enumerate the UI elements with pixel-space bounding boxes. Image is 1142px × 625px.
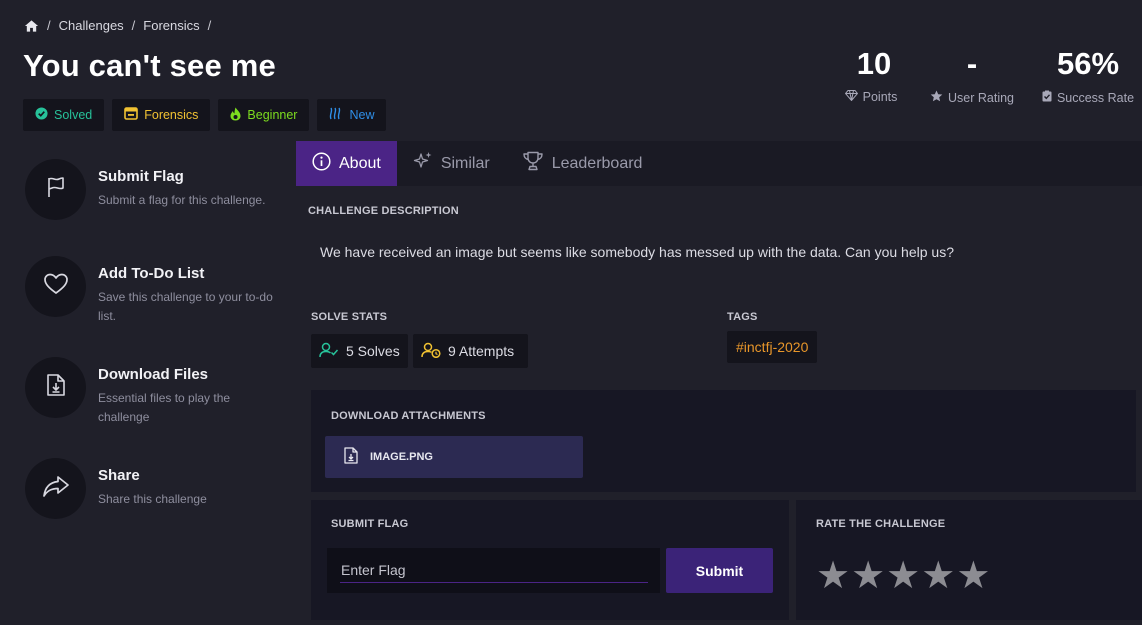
badge-category: Forensics [112,99,211,131]
flag-input-wrapper [327,548,660,593]
attachments-heading: DOWNLOAD ATTACHMENTS [331,410,486,422]
download-files-action[interactable]: Download Files Essential files to play t… [25,357,285,427]
file-download-icon [344,447,358,467]
rating-label: User Rating [948,90,1014,105]
success-rate-value: 56% [1056,46,1120,81]
tab-label: About [339,154,381,172]
waves-icon [329,107,343,123]
star-rating: ★ ★ ★ ★ ★ [816,555,990,595]
share-icon [42,474,70,503]
check-circle-icon [35,107,48,123]
breadcrumb-separator: / [207,18,212,33]
description-heading: CHALLENGE DESCRIPTION [308,205,459,217]
tab-label: Leaderboard [551,154,643,172]
flag-input[interactable] [340,558,648,583]
rate-heading: RATE THE CHALLENGE [816,518,946,530]
flag-icon [44,175,68,204]
submit-flag-action[interactable]: Submit Flag Submit a flag for this chall… [25,159,285,220]
badge-label: New [349,108,375,122]
heart-icon [43,272,69,301]
add-todo-desc: Save this challenge to your to-do list. [98,290,273,323]
home-icon[interactable] [24,19,39,33]
badge-difficulty: Beginner [218,99,310,131]
share-title: Share [98,467,140,484]
rating-star-5[interactable]: ★ [956,555,990,595]
clipboard-check-icon [1042,90,1052,105]
attachment-filename: IMAGE.PNG [370,451,433,463]
breadcrumb: / Challenges / Forensics / [24,18,219,33]
solves-count: 5 Solves [311,334,408,368]
breadcrumb-forensics[interactable]: Forensics [143,18,199,33]
rating-star-1[interactable]: ★ [816,555,850,595]
tags-heading: TAGS [727,311,758,323]
share-desc: Share this challenge [98,492,207,506]
submit-button[interactable]: Submit [666,548,773,593]
challenge-description: We have received an image but seems like… [320,244,954,260]
challenge-stats: 10 Points - User Rating 56% Success Rate [842,44,1142,114]
breadcrumb-separator: / [47,18,51,33]
tab-similar[interactable]: Similar [397,141,506,186]
badge-solved: Solved [23,99,105,131]
add-todo-action[interactable]: Add To-Do List Save this challenge to yo… [25,256,285,326]
attempts-label: 9 Attempts [448,343,515,359]
info-icon [312,151,331,176]
box-icon [124,107,139,123]
solve-stats-heading: SOLVE STATS [311,311,388,323]
rating-star-4[interactable]: ★ [921,555,955,595]
page-title: You can't see me [23,48,276,83]
user-check-icon [319,342,339,361]
badge-label: Forensics [144,108,199,122]
stat-points: 10 Points [841,44,907,104]
points-label: Points [862,90,898,104]
attempts-count: 9 Attempts [413,334,528,368]
tag-item[interactable]: #inctfj-2020 [727,331,818,363]
tab-bar: About Similar Leaderboard [296,141,1142,186]
badge-new: New [317,99,387,131]
submit-flag-heading: SUBMIT FLAG [331,518,409,530]
solves-label: 5 Solves [346,343,400,359]
star-icon [930,90,943,105]
sparkles-icon [413,151,433,176]
badge-row: Solved Forensics Beginner New [23,99,387,131]
stat-success-rate: 56% Success Rate [1038,44,1138,105]
submit-flag-title: Submit Flag [98,168,184,185]
tab-leaderboard[interactable]: Leaderboard [506,141,659,186]
breadcrumb-challenges[interactable]: Challenges [59,18,124,33]
tab-about[interactable]: About [296,141,397,186]
download-files-title: Download Files [98,366,209,383]
badge-label: Beginner [247,108,298,122]
flame-icon [230,107,241,124]
tab-label: Similar [440,154,490,172]
points-value: 10 [856,46,892,81]
attachment-download-button[interactable]: IMAGE.PNG [325,436,583,478]
file-download-icon [46,373,66,402]
success-rate-label: Success Rate [1056,90,1135,105]
diamond-icon [844,90,858,104]
rating-star-2[interactable]: ★ [851,555,885,595]
rating-star-3[interactable]: ★ [886,555,920,595]
stat-user-rating: - User Rating [922,44,1022,105]
badge-label: Solved [54,108,93,122]
download-files-desc: Essential files to play the challenge [98,391,231,424]
share-action[interactable]: Share Share this challenge [25,458,285,519]
add-todo-title: Add To-Do List [98,265,205,282]
breadcrumb-separator: / [131,18,136,33]
user-clock-icon [421,342,441,361]
rating-value: - [966,46,978,81]
submit-flag-desc: Submit a flag for this challenge. [98,193,266,207]
trophy-icon [522,151,544,176]
